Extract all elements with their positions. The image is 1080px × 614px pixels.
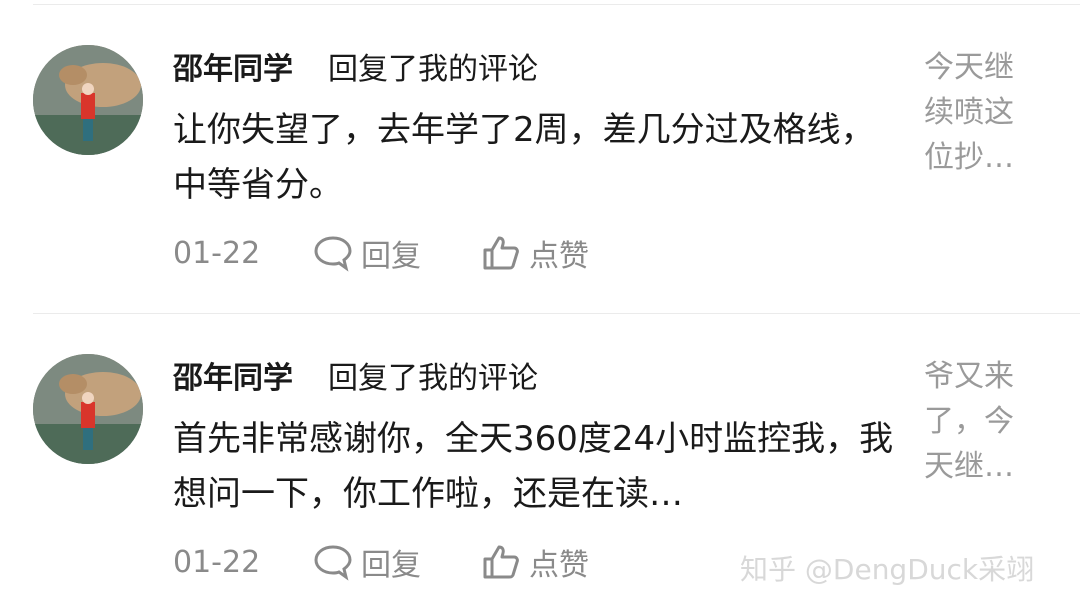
comment-date: 01-22 xyxy=(173,235,261,271)
reply-label: 回复 xyxy=(361,548,421,583)
quoted-comment[interactable]: 今天继续喷这位抄… xyxy=(924,45,1034,180)
avatar[interactable] xyxy=(33,45,143,155)
comment-bubble-icon xyxy=(314,545,352,581)
comment-bubble-icon xyxy=(314,236,352,272)
reply-button[interactable]: 回复 xyxy=(313,540,421,584)
thumbs-up-icon xyxy=(483,236,519,270)
notification-item[interactable]: 邵年同学 回复了我的评论 让你失望了，去年学了2周，差几分过及格线，中等省分。 … xyxy=(0,5,1080,305)
reply-button[interactable]: 回复 xyxy=(313,231,421,275)
comment-meta: 01-22 回复 点赞 xyxy=(173,540,649,584)
avatar-image xyxy=(33,354,143,464)
user-name[interactable]: 邵年同学 xyxy=(173,359,293,399)
quoted-comment[interactable]: 爷又来了，今天继… xyxy=(924,354,1034,489)
like-button[interactable]: 点赞 xyxy=(481,231,589,275)
action-text: 回复了我的评论 xyxy=(328,361,538,396)
watermark: 知乎 @DengDuck采翊 xyxy=(740,553,1035,586)
user-name[interactable]: 邵年同学 xyxy=(173,50,293,90)
like-button[interactable]: 点赞 xyxy=(481,540,589,584)
comment-content[interactable]: 让你失望了，去年学了2周，差几分过及格线，中等省分。 xyxy=(173,103,903,213)
reply-label: 回复 xyxy=(361,239,421,274)
comment-date: 01-22 xyxy=(173,544,261,580)
comment-meta: 01-22 回复 点赞 xyxy=(173,231,649,275)
like-label: 点赞 xyxy=(529,548,589,583)
avatar[interactable] xyxy=(33,354,143,464)
like-label: 点赞 xyxy=(529,239,589,274)
thumbs-up-icon xyxy=(483,545,519,579)
avatar-image xyxy=(33,45,143,155)
action-text: 回复了我的评论 xyxy=(328,52,538,87)
comment-content[interactable]: 首先非常感谢你，全天360度24小时监控我，我想问一下，你工作啦，还是在读… xyxy=(173,412,903,522)
